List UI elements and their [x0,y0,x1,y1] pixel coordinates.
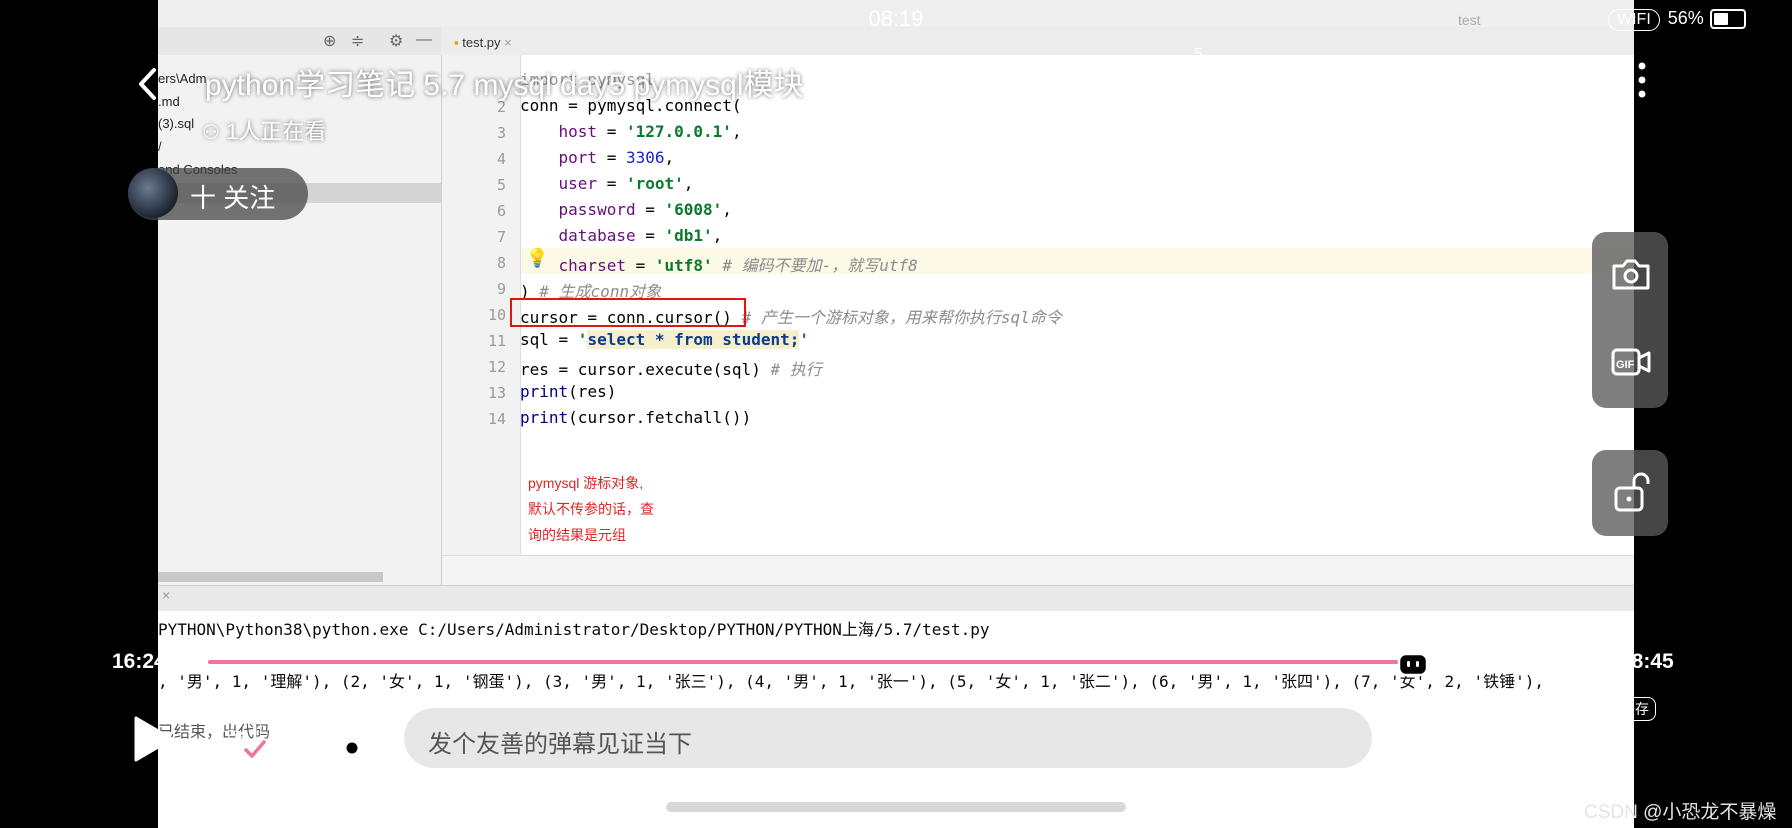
project-scrollbar [158,572,383,582]
gif-button[interactable]: GIF [1610,344,1654,385]
speed-button[interactable]: 倍速 [1430,724,1482,761]
run-panel-header: × [158,585,1634,612]
line-number: 8 [496,254,506,272]
danmu-placeholder: 发个友善的弹幕见证当下 [428,731,692,758]
chevron-left-icon [139,68,156,100]
thumbs-down-icon [1272,59,1311,98]
annotation-note: 询的结果是元组 [528,527,626,543]
line-number: 9 [496,280,506,298]
tv-thumb-icon [1397,648,1429,677]
cached-badge: 已缓存 [1600,697,1656,721]
status-indicators: WIFI 56% [1608,8,1746,31]
share-button[interactable] [1498,56,1546,109]
line-number: 12 [487,358,506,376]
code-line: password = '6008', [558,200,732,219]
run-output: , '男', 1, '理解'), (2, '女', 1, '钢蛋'), (3, … [158,672,1544,691]
screenshot-button[interactable] [1610,256,1652,299]
code-line: host = '127.0.0.1', [558,122,742,141]
annotation-highlight-box [510,298,746,327]
like-count: 5 [1194,46,1203,63]
close-run-icon: × [162,587,171,603]
project-item: / [158,139,162,154]
line-number: 14 [487,410,506,428]
total-time: 18:45 [1620,650,1674,673]
quality-button[interactable]: 1080P [1554,724,1629,755]
code-line: print(cursor.fetchall()) [520,408,752,427]
code-line: sql = 'select * from student;' [520,330,809,349]
battery-icon [1709,9,1746,30]
collapse-icon: ≑ [351,33,365,50]
video-frame[interactable]: ⊕ ≑ ⚙ — ▪ test.py × ers\Adm .md (3).sql … [158,0,1634,828]
line-number: 4 [496,150,506,168]
back-button[interactable] [136,62,160,111]
minimize-icon: — [416,31,432,48]
editor-footer [442,555,1634,586]
project-item: (3).sql [158,116,195,131]
code-line: port = 3306, [558,148,675,167]
progress-thumb[interactable] [1396,646,1430,683]
run-command: PYTHON\Python38\python.exe C:/Users/Admi… [158,620,990,639]
tab-label: test.py [462,35,501,50]
line-number: 13 [487,384,506,402]
editor-tab: ▪ test.py × [454,35,512,50]
camera-icon [1612,259,1650,290]
watermark: CSDN @小恐龙不暴燥 [1584,802,1777,823]
more-button[interactable] [1632,56,1652,109]
play-icon [134,716,174,762]
coin-button[interactable] [1378,56,1426,109]
video-title: python学习笔记 5.7 mysql day5 pymysql模块 [205,69,804,102]
danmu-on-icon: 弹 [219,719,266,758]
viewers-icon: ⚇ [202,122,220,144]
annotation-note: pymysql 游标对象, [528,475,644,491]
play-button[interactable] [130,714,176,769]
gear-icon: ⚙ [389,33,404,50]
code-line: res = cursor.execute(sql) # 执行 [520,360,822,379]
more-vertical-icon [1638,62,1646,98]
share-icon [1501,62,1542,98]
danmu-toggle-button[interactable]: 弹 [218,716,266,765]
code-line: print(res) [520,382,617,401]
code-line: charset = 'utf8' # 编码不要加-，就写utf8 [558,256,918,275]
status-time: 08:19 [868,6,924,31]
screen-lock-button[interactable] [1612,468,1652,521]
project-item: .md [158,94,180,109]
code-line: user = 'root', [558,174,694,193]
svg-text:弹: 弹 [325,727,345,751]
svg-text:弹: 弹 [227,727,247,751]
unlock-icon [1614,472,1650,512]
line-number: 3 [496,124,506,142]
code-line: database = 'db1', [558,226,723,245]
wifi-indicator: WIFI [1608,9,1660,31]
globe-icon: ⊕ [323,33,337,50]
close-tab-icon: × [504,35,512,50]
annotation-note: 默认不传参的话，查 [528,501,654,517]
avatar[interactable] [128,168,178,218]
battery-percent: 56% [1667,8,1704,28]
current-time: 16:24 [112,650,166,673]
dislike-button[interactable] [1268,56,1316,109]
progress-fill [208,660,1408,664]
home-indicator [666,802,1126,812]
follow-label: 十 关注 [190,183,276,213]
project-item: ers\Adm [158,71,207,86]
line-number: 5 [496,176,506,194]
line-number: 6 [496,202,506,220]
svg-text:GIF: GIF [1616,359,1635,371]
line-number: 7 [496,228,506,246]
viewer-count: ⚇ 1人正在看 [202,119,327,144]
danmu-settings-icon: 弹 [317,719,361,757]
gif-icon: GIF [1611,348,1651,376]
danmu-settings-button[interactable]: 弹 [316,716,364,765]
line-number: 11 [487,332,506,350]
coin-icon [1382,60,1422,100]
ide-run-config: test [1458,12,1481,28]
line-number: 10 [487,306,506,324]
python-file-icon: ▪ [454,35,459,50]
